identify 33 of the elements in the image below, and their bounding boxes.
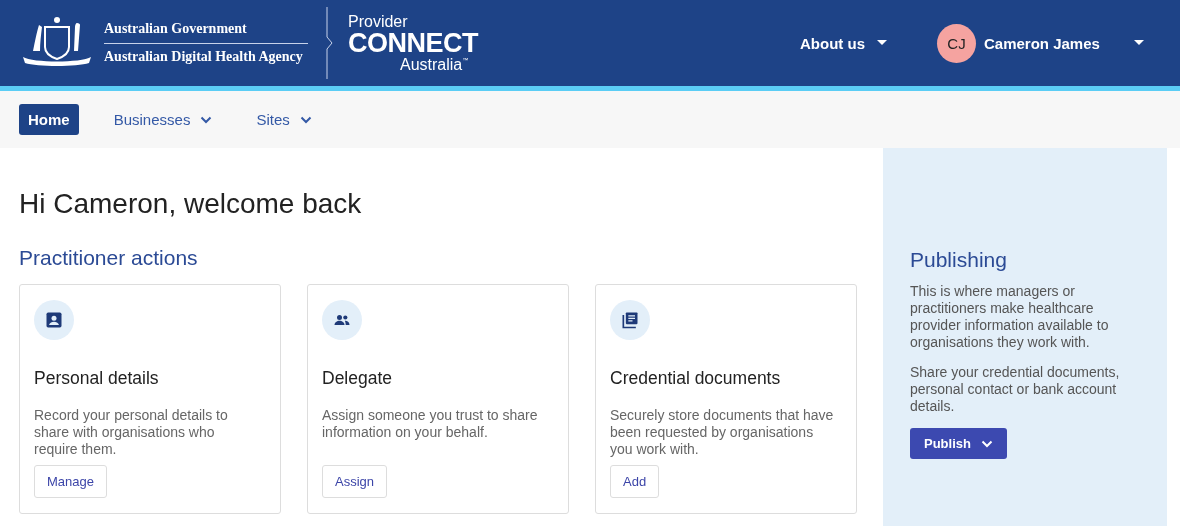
card-action-button[interactable]: Add — [610, 465, 660, 498]
about-menu[interactable]: About us — [794, 33, 893, 53]
people-icon — [322, 300, 362, 340]
welcome-heading: Hi Cameron, welcome back — [19, 188, 363, 220]
brand-text: Provider — [348, 13, 409, 30]
nav-tab[interactable]: Businesses — [104, 104, 222, 135]
publish-button[interactable]: Publish — [910, 428, 1007, 459]
card-title: Personal details — [34, 368, 160, 389]
documents-icon — [610, 300, 650, 340]
card-description: Securely store documents that have been requested by organisations you work with. — [610, 407, 835, 459]
brand-title: CONNECT — [348, 29, 478, 57]
agency-name: Australian Digital Health Agency — [104, 49, 304, 65]
card-description: Record your personal details to share with organisations who require them. — [34, 407, 229, 459]
panel-text: Share your credential documents, personal contact or bank account details. — [910, 364, 1121, 415]
card-title: Credential documents — [610, 368, 782, 389]
user-avatar: CJ — [937, 23, 976, 63]
card-action-button[interactable]: Assign — [322, 465, 388, 498]
nav-tab[interactable]: Sites — [247, 104, 321, 135]
person-icon — [34, 300, 74, 340]
caret-icon — [1134, 40, 1144, 46]
government-name: Australian Government — [104, 21, 248, 37]
caret-icon — [877, 40, 887, 46]
card-action-button[interactable]: Manage — [34, 465, 107, 498]
divider-chevron-icon — [326, 7, 333, 79]
card-title: Delegate — [322, 368, 394, 389]
brand-text: Australia — [400, 56, 463, 73]
section-heading: Practitioner actions — [19, 246, 199, 270]
panel-text: This is where managers or practitioners make healthcare provider information available to organisations they work with. — [910, 283, 1110, 351]
nav-tab[interactable]: Home — [19, 104, 79, 135]
chevron-down-icon — [980, 439, 993, 448]
panel-heading: Publishing — [910, 248, 1008, 272]
user-menu[interactable]: CJ Cameron James — [931, 22, 1150, 64]
card-description: Assign someone you trust to share information on your behalf. — [322, 407, 539, 442]
